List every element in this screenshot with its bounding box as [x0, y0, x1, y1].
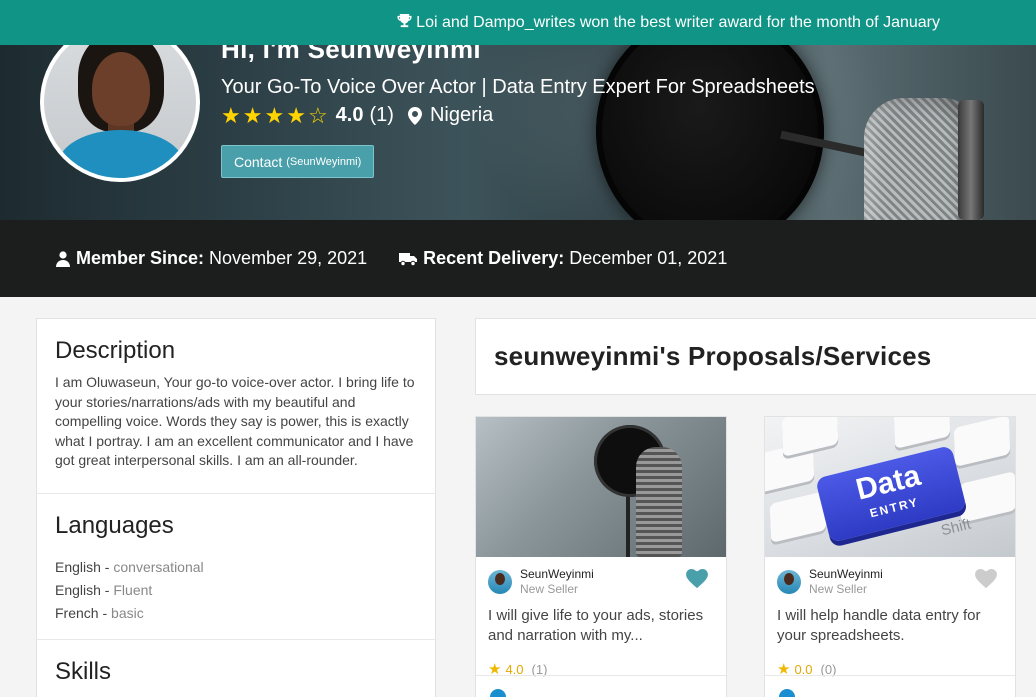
image-shift-text: Shift [939, 515, 973, 540]
language-name: English [55, 558, 101, 575]
trophy-icon [397, 13, 412, 32]
info-icon [779, 689, 795, 697]
location-pin-icon [407, 106, 422, 125]
recent-delivery-stat: Recent Delivery: December 01, 2021 [399, 248, 727, 269]
language-level: basic [111, 604, 144, 621]
seller-level: New Seller [809, 582, 868, 596]
star-filled-icon: ★ [264, 102, 285, 128]
language-level: conversational [113, 558, 204, 575]
member-since-label: Member Since: [76, 248, 205, 268]
language-level: Fluent [113, 581, 153, 598]
profile-location: Nigeria [429, 104, 494, 126]
service-card-image[interactable]: Data ENTRY Shift [765, 417, 1015, 557]
service-card-image[interactable] [476, 417, 726, 557]
profile-avatar [40, 22, 200, 182]
hero-microphone-ring [958, 100, 984, 220]
rating-count: (1) [369, 104, 394, 126]
seller-name[interactable]: SeunWeyinmi [520, 567, 594, 581]
language-name: French [55, 604, 99, 621]
star-filled-icon: ★ [221, 102, 241, 128]
service-card[interactable]: SeunWeyinmi New Seller I will give life … [475, 416, 727, 697]
skills-heading: Skills [55, 657, 112, 685]
languages-list: English - conversational English - Fluen… [55, 548, 417, 639]
member-since-value: November 29, 2021 [209, 248, 368, 268]
card-divider [476, 675, 726, 676]
favorite-heart-icon[interactable] [686, 569, 708, 589]
truck-icon [399, 252, 418, 266]
star-empty-icon: ☆ [307, 102, 328, 128]
contact-button-username: (SeunWeyinmi) [286, 155, 362, 168]
favorite-heart-icon[interactable] [975, 569, 997, 589]
description-text: I am Oluwaseun, Your go-to voice-over ac… [55, 374, 415, 469]
announcement-bar: Loi and Dampo_writes won the best writer… [0, 0, 1036, 45]
service-title[interactable]: I will give life to your ads, stories an… [476, 596, 726, 654]
description-heading: Description [55, 337, 176, 364]
services-header: seunweyinmi's Proposals/Services [475, 318, 1036, 395]
recent-delivery-value: December 01, 2021 [569, 248, 728, 268]
profile-tagline: Your Go-To Voice Over Actor | Data Entry… [221, 76, 815, 98]
seller-info: SeunWeyinmi New Seller [476, 557, 726, 596]
languages-section: Languages English - conversational Engli… [37, 494, 435, 639]
user-icon [56, 250, 70, 267]
star-filled-icon: ★ [286, 102, 306, 128]
seller-info: SeunWeyinmi New Seller [765, 557, 1015, 596]
card-divider [765, 675, 1015, 676]
description-section: Description I am Oluwaseun, Your go-to v… [37, 319, 435, 493]
rating-stars: ★ ★ ★ ★ ☆ [221, 102, 328, 128]
rating-value: 4.0 [335, 104, 364, 126]
recent-delivery-label: Recent Delivery: [423, 248, 565, 268]
contact-button-label: Contact [234, 153, 283, 170]
languages-heading: Languages [55, 511, 174, 539]
member-since-stat: Member Since: November 29, 2021 [56, 248, 367, 269]
info-icon [490, 689, 506, 697]
service-card[interactable]: Data ENTRY Shift SeunWeyinmi New Seller … [764, 416, 1016, 697]
language-item: French - basic [55, 604, 144, 621]
language-item: English - Fluent [55, 581, 153, 598]
profile-stats-band: Member Since: November 29, 2021 Recent D… [0, 220, 1036, 297]
skills-section: Skills [37, 640, 435, 686]
contact-button[interactable]: Contact (SeunWeyinmi) [221, 145, 375, 178]
seller-avatar [488, 569, 512, 594]
language-item: English - conversational [55, 558, 204, 575]
language-name: English [55, 581, 101, 598]
announcement-text: Loi and Dampo_writes won the best writer… [416, 13, 940, 31]
seller-name[interactable]: SeunWeyinmi [809, 567, 883, 581]
service-title[interactable]: I will help handle data entry for your s… [765, 596, 1015, 654]
profile-details-panel: Description I am Oluwaseun, Your go-to v… [36, 318, 436, 697]
services-heading: seunweyinmi's Proposals/Services [494, 341, 932, 371]
star-filled-icon: ★ [242, 102, 263, 128]
seller-level: New Seller [520, 582, 579, 596]
profile-rating-row: ★ ★ ★ ★ ☆ 4.0 (1) Nigeria [221, 104, 493, 127]
seller-avatar [777, 569, 801, 594]
